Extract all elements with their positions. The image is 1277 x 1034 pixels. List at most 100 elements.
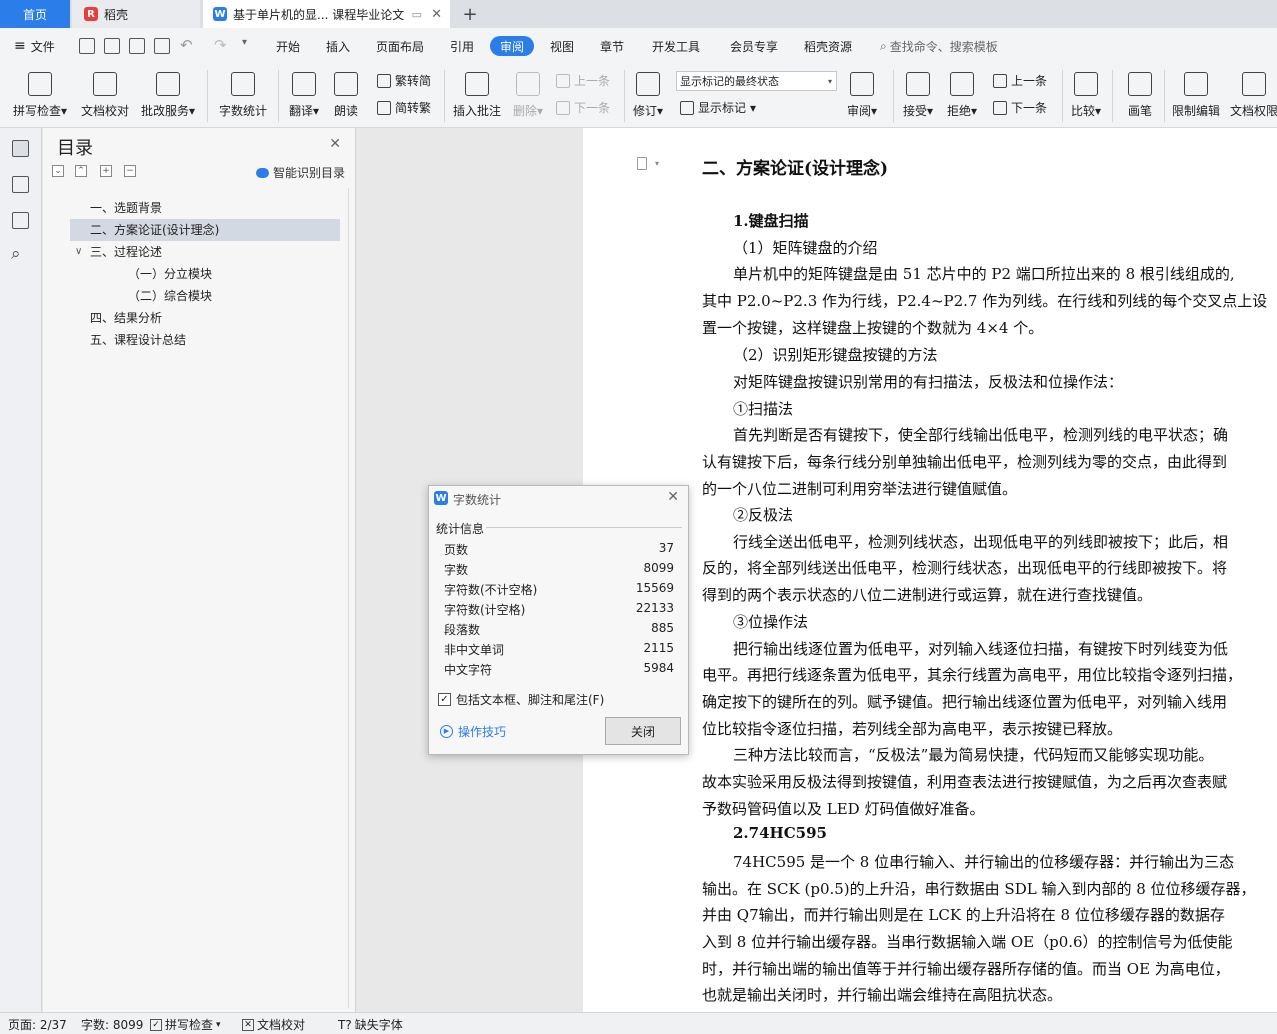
review-pane-button[interactable]: 审阅▾ — [844, 64, 880, 119]
stat-row: 段落数 885 — [444, 621, 674, 641]
prev-change-icon — [993, 73, 1007, 88]
missing-font-indicator[interactable]: T? 缺失字体 — [338, 1016, 403, 1033]
toc-item[interactable]: 一、选题背景 — [70, 197, 340, 219]
menu-item-resources[interactable]: 稻壳资源 — [804, 36, 852, 56]
read-aloud-button[interactable]: 朗读 — [330, 64, 362, 119]
next-comment-button[interactable]: 下一条 — [556, 99, 610, 116]
doc-line: 电平。再把行线逐条置为低电平，其余行线置为高电平，用位比较指令逐列扫描， — [702, 666, 1243, 684]
page-indicator[interactable]: 页面: 2/37 — [8, 1016, 67, 1033]
file-menu[interactable]: ≡ 文件 — [14, 36, 55, 56]
chevron-down-icon[interactable]: ▾ — [655, 159, 659, 168]
prev-comment-button[interactable]: 上一条 — [556, 72, 610, 89]
close-icon[interactable]: ✕ — [667, 489, 679, 505]
next-change-button[interactable]: 下一条 — [993, 99, 1047, 116]
close-icon[interactable]: ✕ — [329, 136, 341, 152]
doc-permission-button[interactable]: 文档权限 — [1228, 64, 1277, 119]
collapse-all-icon[interactable]: ⌄ — [52, 165, 64, 177]
menu-item-insert[interactable]: 插入 — [326, 36, 350, 56]
pen-label: 画笔 — [1127, 104, 1152, 118]
markup-state-select[interactable]: 显示标记的最终状态 ▾ — [676, 71, 837, 91]
review-service-button[interactable]: 批改服务▾ — [138, 64, 198, 119]
tips-link[interactable]: ▶ 操作技巧 — [440, 723, 506, 740]
redo-icon[interactable]: ↷ — [214, 36, 227, 54]
doc-subheading: 1.键盘扫描 — [733, 212, 809, 230]
doc-line: 首先判断是否有键按下，使全部行线输出低电平，检测列线的电平状态；确 — [733, 426, 1229, 444]
toc-item[interactable]: 三、过程论述 — [70, 241, 340, 263]
command-search[interactable]: ⌕ 查找命令、搜索模板 — [880, 36, 998, 56]
status-spell-label: 拼写检查 — [165, 1018, 214, 1032]
accept-button[interactable]: 接受▾ — [900, 64, 936, 119]
toc-panel-icon[interactable] — [12, 140, 29, 157]
word-count-button[interactable]: 字数统计 — [216, 64, 270, 119]
doc-line: 故本实验采用反极法得到按键值，利用查表法进行按键赋值，为之后再次查表赋 — [702, 773, 1228, 791]
remove-heading-icon[interactable]: − — [124, 165, 136, 177]
paragraph-menu-icon[interactable] — [637, 157, 647, 170]
review-service-label: 批改服务 — [140, 104, 189, 118]
close-tab-icon[interactable]: ✕ — [431, 7, 442, 22]
spell-check-button[interactable]: 拼写检查▾ — [10, 64, 70, 119]
word-count-indicator[interactable]: 字数: 8099 — [81, 1016, 143, 1033]
tab-home[interactable]: 首页 — [0, 0, 70, 28]
customize-icon[interactable]: ▾ — [242, 37, 247, 48]
reject-button[interactable]: 拒绝▾ — [944, 64, 980, 119]
pen-button[interactable]: 画笔 — [1122, 64, 1158, 119]
expand-up-icon[interactable]: ⌃ — [75, 165, 87, 177]
menu-item-developer[interactable]: 开发工具 — [652, 36, 700, 56]
compare-button[interactable]: 比较▾ — [1068, 64, 1104, 119]
menu-item-start[interactable]: 开始 — [276, 36, 300, 56]
prev-change-button[interactable]: 上一条 — [993, 72, 1047, 89]
toc-item[interactable]: （一）分立模块 — [70, 263, 340, 285]
restrict-editing-button[interactable]: 限制编辑 — [1170, 64, 1222, 119]
doc-line: 位比较指令逐位扫描，若列线全部为高电平，表示按键已释放。 — [702, 720, 1123, 738]
word-count-icon — [231, 72, 255, 96]
new-tab-button[interactable]: + — [460, 0, 480, 28]
search-icon: ⌕ — [880, 38, 887, 53]
track-changes-button[interactable]: 修订▾ — [630, 64, 666, 119]
toc-item[interactable]: 五、课程设计总结 — [70, 329, 340, 351]
print-preview-icon[interactable] — [154, 38, 170, 54]
proofread-icon: ✕ — [242, 1018, 254, 1031]
tab-document[interactable]: W 基于单片机的显... 课程毕业论文 ▭ ✕ — [203, 0, 450, 28]
menu-item-review[interactable]: 审阅 — [490, 36, 535, 56]
print-icon[interactable] — [129, 38, 145, 54]
simp-to-trad-button[interactable]: 简转繁 — [377, 99, 431, 116]
stat-label: 字符数(不计空格) — [444, 583, 538, 597]
menu-item-layout[interactable]: 页面布局 — [376, 36, 424, 56]
status-spell-check[interactable]: ✓ 拼写检查 ▾ — [150, 1016, 221, 1033]
export-pdf-icon[interactable] — [104, 38, 120, 54]
menu-item-chapter[interactable]: 章节 — [600, 36, 624, 56]
undo-icon[interactable]: ↶ — [180, 36, 193, 54]
insert-comment-button[interactable]: 插入批注 — [450, 64, 504, 119]
proofread-button[interactable]: 文档校对 — [78, 64, 132, 119]
pin-icon[interactable]: ▭ — [412, 8, 422, 21]
dialog-title: 字数统计 — [453, 493, 502, 507]
menu-item-reference[interactable]: 引用 — [450, 36, 474, 56]
stat-value: 22133 — [635, 601, 674, 615]
toc-item[interactable]: 四、结果分析 — [70, 307, 340, 329]
menu-item-view[interactable]: 视图 — [550, 36, 574, 56]
close-button[interactable]: 关闭 — [605, 717, 681, 745]
bookmark-icon[interactable] — [12, 212, 29, 229]
word-count-dialog: W 字数统计 ✕ 统计信息 页数 37 字数 8099 字符数(不计空格) 15569… — [428, 485, 689, 755]
show-markup-button[interactable]: 显示标记 ▾ — [680, 99, 756, 116]
chapter-nav-icon[interactable] — [12, 176, 29, 193]
include-textbox-checkbox[interactable]: ✓ 包括文本框、脚注和尾注(F) — [438, 691, 604, 708]
delete-comment-button[interactable]: 删除▾ — [510, 64, 546, 119]
toc-panel: 目录 ✕ ⌄ ⌃ + − 智能识别目录 一、选题背景 二、方案论证(设计理念) … — [43, 128, 356, 1012]
smart-toc-button[interactable]: 智能识别目录 — [255, 164, 345, 181]
trad-to-simp-button[interactable]: 繁转简 — [377, 72, 431, 89]
spell-check-label: 拼写检查 — [12, 104, 61, 118]
status-proofread[interactable]: ✕ 文档校对 — [242, 1016, 305, 1033]
save-icon[interactable] — [79, 38, 95, 54]
menu-item-member[interactable]: 会员专享 — [730, 36, 778, 56]
pen-icon — [1128, 72, 1152, 96]
doc-line: ③位操作法 — [733, 613, 809, 631]
toc-item-selected[interactable]: 二、方案论证(设计理念) — [70, 219, 340, 241]
translate-button[interactable]: 翻译▾ — [284, 64, 324, 119]
search-icon[interactable]: ⌕ — [11, 244, 21, 264]
tab-daoke[interactable]: R 稻壳 — [72, 0, 200, 28]
track-changes-icon — [636, 72, 660, 96]
add-heading-icon[interactable]: + — [100, 165, 112, 177]
toc-item[interactable]: （二）综合模块 — [70, 285, 340, 307]
stat-value: 8099 — [643, 561, 674, 575]
